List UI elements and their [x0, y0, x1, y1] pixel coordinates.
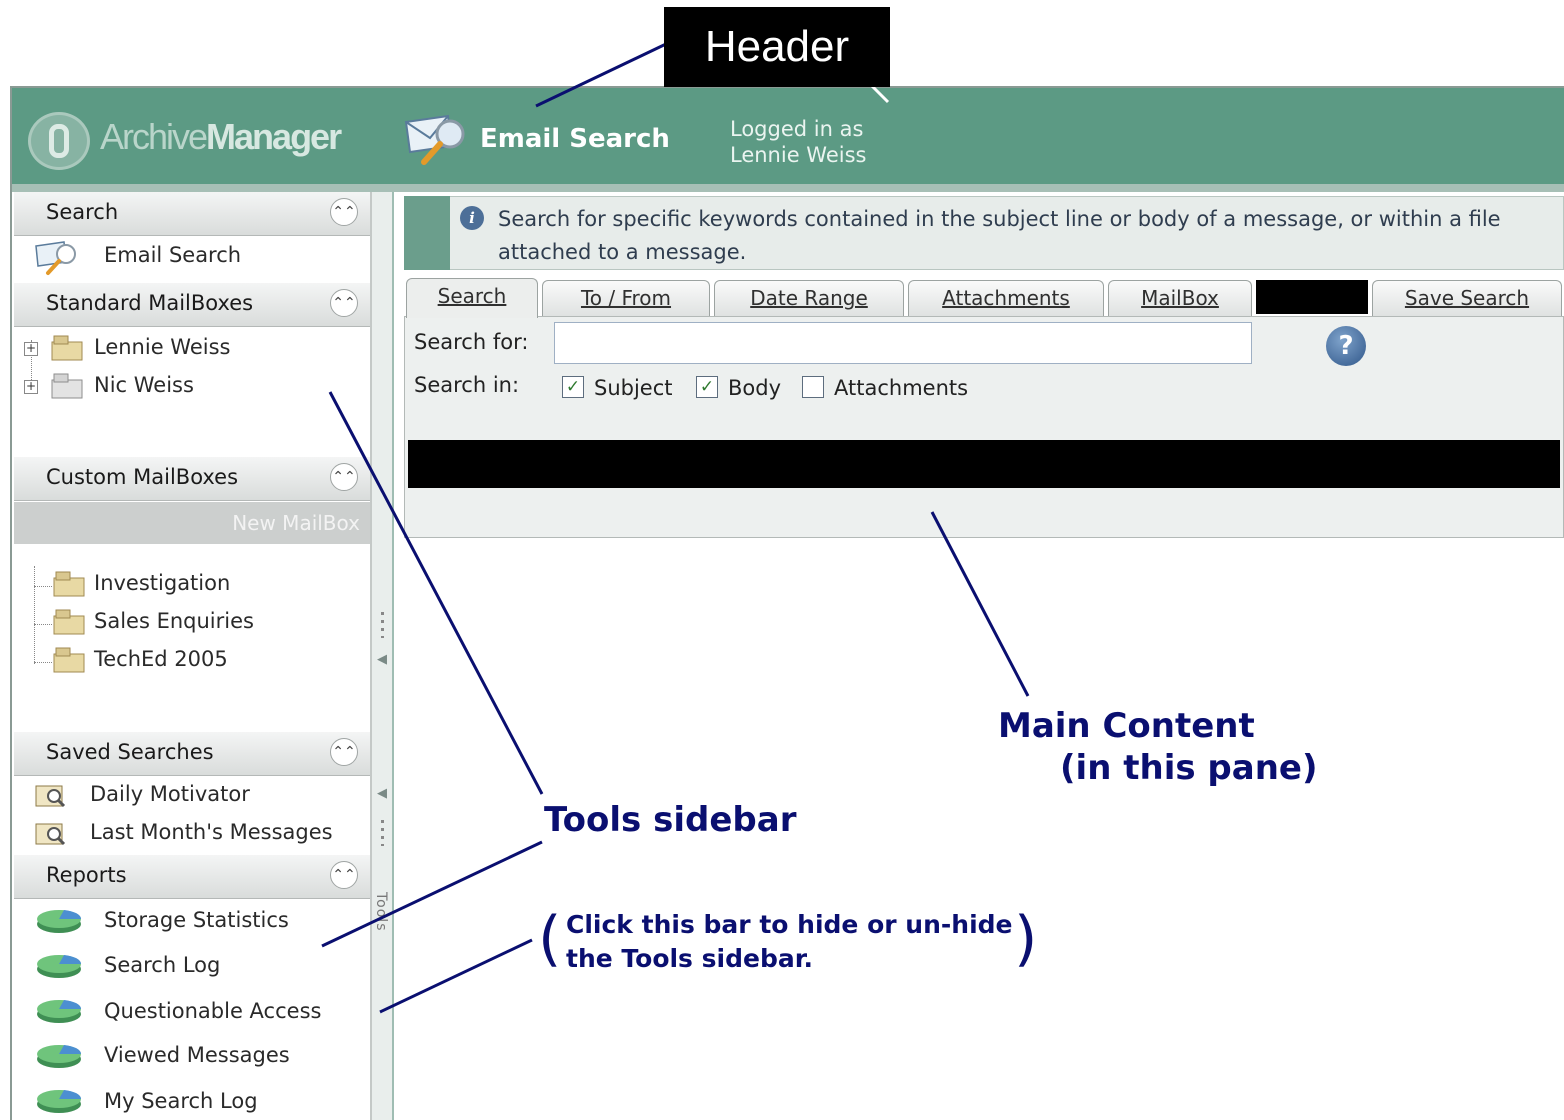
section-header-saved-searches[interactable]: Saved Searches ⌃⌃: [14, 732, 370, 776]
tools-toggle-bar[interactable]: ◀ Tools ◀: [372, 192, 394, 1120]
folder-icon: [53, 647, 85, 673]
sidebar-item-report[interactable]: Search Log: [104, 953, 220, 977]
report-chart-icon: [37, 955, 82, 978]
folder-icon: [53, 571, 85, 597]
tab-attachments[interactable]: Attachments: [908, 280, 1104, 316]
collapse-icon[interactable]: ⌃⌃: [330, 289, 358, 317]
main-content-annotation-sub: (in this pane): [1060, 748, 1318, 788]
section-header-custom-mailboxes[interactable]: Custom MailBoxes ⌃⌃: [14, 457, 370, 501]
email-search-icon: [35, 241, 76, 275]
logged-in-status: Logged in as Lennie Weiss: [730, 117, 867, 167]
expand-icon[interactable]: +: [24, 380, 38, 394]
redacted-bar: [408, 440, 1560, 488]
attachments-checkbox-label: Attachments: [834, 376, 969, 400]
collapse-icon[interactable]: ⌃⌃: [330, 738, 358, 766]
report-chart-icon: [37, 910, 82, 933]
sidebar-item-saved-search[interactable]: Last Month's Messages: [90, 820, 333, 844]
help-icon[interactable]: ?: [1326, 326, 1366, 366]
saved-search-icon: [35, 785, 66, 808]
tools-sidebar-annotation: Tools sidebar: [544, 800, 797, 840]
collapse-icon[interactable]: ⌃⌃: [330, 198, 358, 226]
info-icon: i: [460, 206, 484, 230]
archive-manager-logo-icon: [28, 112, 90, 170]
sidebar-item-mailbox[interactable]: Nic Weiss: [94, 373, 194, 397]
tab-search[interactable]: Search: [406, 278, 538, 318]
info-accent: [404, 196, 450, 270]
tree-line: [34, 624, 52, 625]
expand-icon[interactable]: +: [24, 342, 38, 356]
toggle-annotation-line2: the Tools sidebar.: [566, 944, 813, 973]
page-title: Email Search: [480, 124, 670, 154]
search-for-label: Search for:: [414, 330, 529, 354]
collapse-icon[interactable]: ⌃⌃: [330, 861, 358, 889]
sidebar-item-mailbox[interactable]: Lennie Weiss: [94, 335, 230, 359]
search-in-label: Search in:: [414, 373, 520, 397]
new-mailbox-bar: New MailBox: [14, 502, 370, 544]
report-chart-icon: [37, 1000, 82, 1023]
tools-label: Tools: [373, 892, 389, 932]
body-checkbox-label: Body: [728, 376, 782, 400]
sidebar-item-email-search[interactable]: Email Search: [104, 243, 241, 267]
app-logo-text: ArchiveManager: [100, 116, 342, 157]
redacted-tab: [1256, 280, 1368, 314]
sidebar-item-custom-mailbox[interactable]: Investigation: [94, 571, 230, 595]
toggle-annotation-line1: Click this bar to hide or un-hide: [566, 910, 1013, 939]
sidebar-item-report[interactable]: Questionable Access: [104, 999, 321, 1023]
header-callout: Header: [664, 7, 890, 87]
new-mailbox-link[interactable]: New MailBox: [232, 511, 360, 535]
subject-checkbox[interactable]: ✓: [562, 376, 584, 398]
info-text: Search for specific keywords contained i…: [498, 207, 1501, 264]
collapse-icon[interactable]: ⌃⌃: [330, 463, 358, 491]
paren-right: ): [1014, 904, 1038, 974]
sidebar-item-report[interactable]: My Search Log: [104, 1089, 258, 1113]
email-search-icon: [404, 114, 465, 165]
section-header-standard-mailboxes[interactable]: Standard MailBoxes ⌃⌃: [14, 283, 370, 327]
saved-search-icon: [35, 823, 66, 846]
collapse-left-icon: ◀: [377, 786, 387, 801]
body-checkbox[interactable]: ✓: [696, 376, 718, 398]
report-chart-icon: [37, 1045, 82, 1068]
subject-checkbox-label: Subject: [594, 376, 673, 400]
tab-to-from[interactable]: To / From: [542, 280, 710, 316]
attachments-checkbox[interactable]: [802, 376, 824, 398]
tree-line: [34, 586, 52, 587]
grip-icon: [381, 612, 384, 638]
tree-line: [34, 662, 52, 663]
search-input[interactable]: [554, 322, 1252, 364]
mailbox-folder-icon: [51, 373, 83, 399]
collapse-left-icon: ◀: [377, 652, 387, 667]
folder-icon: [53, 609, 85, 635]
sidebar-item-report[interactable]: Viewed Messages: [104, 1043, 290, 1067]
sidebar-item-report[interactable]: Storage Statistics: [104, 908, 289, 932]
paren-left: (: [538, 904, 562, 974]
tab-save-search[interactable]: Save Search: [1372, 280, 1562, 316]
mailbox-folder-icon: [51, 335, 83, 361]
report-chart-icon: [37, 1090, 82, 1113]
main-content-annotation: Main Content: [998, 706, 1255, 746]
header-divider: [12, 184, 1564, 192]
section-header-reports[interactable]: Reports ⌃⌃: [14, 855, 370, 899]
sidebar-item-custom-mailbox[interactable]: TechEd 2005: [94, 647, 228, 671]
sidebar-item-custom-mailbox[interactable]: Sales Enquiries: [94, 609, 254, 633]
grip-icon: [381, 820, 384, 846]
tab-mailbox[interactable]: MailBox: [1108, 280, 1252, 316]
section-header-search[interactable]: Search ⌃⌃: [14, 192, 370, 236]
sidebar-item-saved-search[interactable]: Daily Motivator: [90, 782, 250, 806]
tree-line: [34, 566, 35, 664]
tab-date-range[interactable]: Date Range: [714, 280, 904, 316]
